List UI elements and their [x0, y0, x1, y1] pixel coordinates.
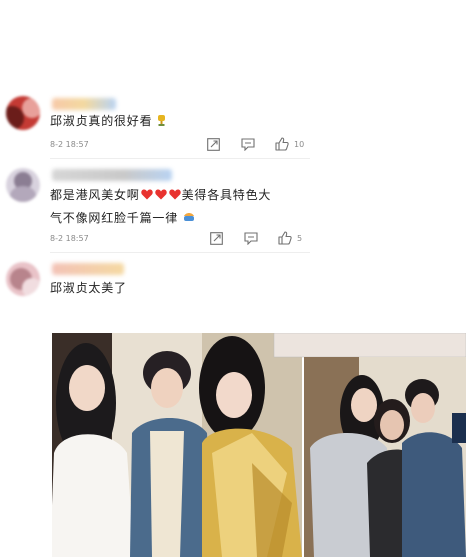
share-icon[interactable]	[210, 231, 223, 245]
divider	[50, 158, 310, 159]
comment-body-line1: 都是港风美女啊	[50, 188, 140, 202]
heart-emoji	[168, 185, 181, 207]
photo-image	[52, 333, 466, 557]
like-button[interactable]: 5	[278, 231, 302, 245]
share-icon[interactable]	[207, 137, 220, 151]
like-button[interactable]: 10	[275, 137, 304, 151]
comment-actions: 10	[207, 137, 304, 151]
comment-actions: 5	[210, 231, 302, 245]
flower-emoji	[183, 207, 195, 229]
comment-text: 邱淑贞真的很好看	[50, 110, 166, 133]
comment-body-line1-after: 美得各具特色大	[181, 188, 272, 202]
username-blurred[interactable]	[52, 263, 124, 275]
comment-icon[interactable]	[241, 137, 255, 151]
like-count: 10	[294, 139, 305, 149]
avatar[interactable]	[6, 168, 40, 202]
like-count: 5	[297, 233, 303, 243]
comment-body: 邱淑贞太美了	[50, 281, 127, 295]
comment-photo-collage[interactable]	[52, 333, 466, 557]
thumbs-up-icon	[275, 137, 289, 151]
thumbs-up-icon	[278, 231, 292, 245]
heart-emoji	[154, 185, 167, 207]
avatar[interactable]	[6, 262, 40, 296]
avatar[interactable]	[6, 96, 40, 130]
comment-time: 8-2 18:57	[50, 234, 89, 243]
comment-body-line2: 气不像网红脸千篇一律	[50, 210, 179, 225]
divider	[50, 252, 310, 253]
username-blurred[interactable]	[52, 169, 172, 181]
comment-text: 邱淑贞太美了	[50, 277, 127, 299]
heart-emoji	[140, 185, 153, 207]
comment-time: 8-2 18:57	[50, 140, 89, 149]
comment-body: 邱淑贞真的很好看	[50, 114, 153, 128]
trophy-emoji	[157, 111, 166, 133]
username-blurred[interactable]	[52, 98, 116, 110]
comment-text: 都是港风美女啊 美得各具特色大 气不像网红脸千篇一律	[50, 184, 310, 229]
comment-icon[interactable]	[244, 231, 258, 245]
